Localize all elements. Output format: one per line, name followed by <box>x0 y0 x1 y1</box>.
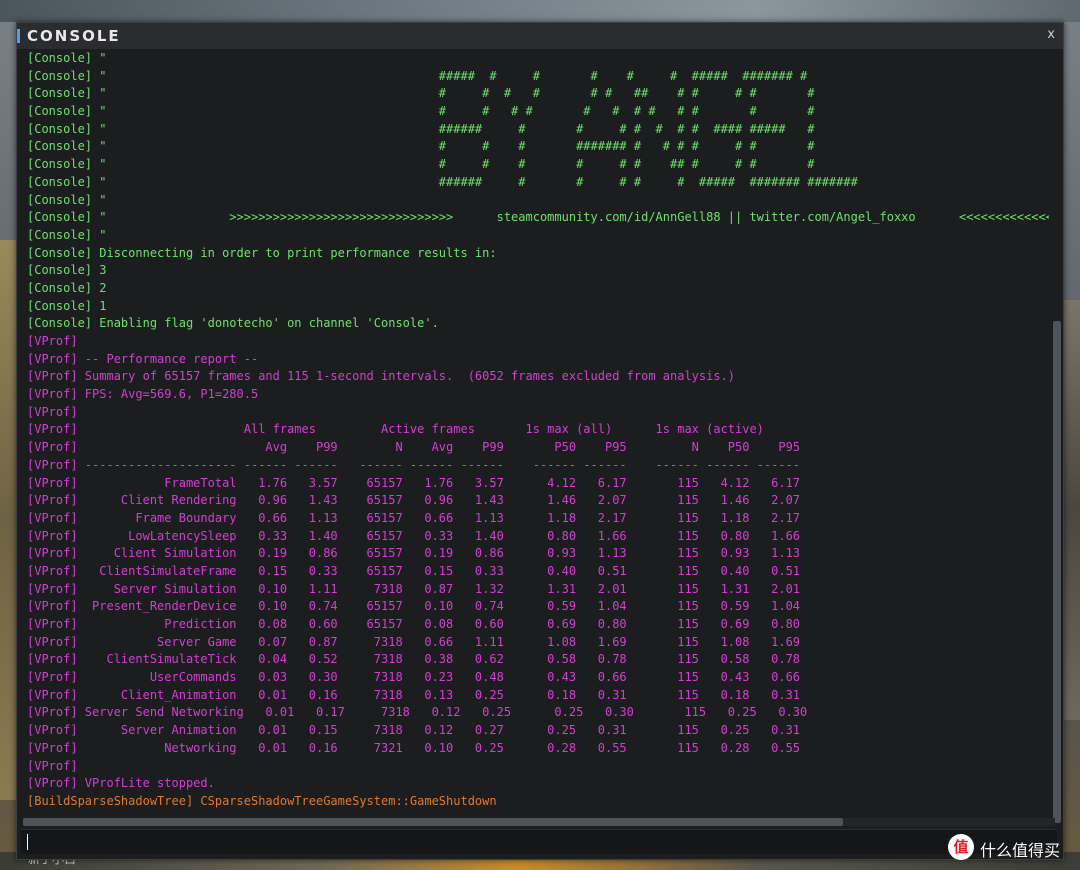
log-line-console: [Console] " <box>27 227 107 242</box>
log-line-console: [Console] Enabling flag 'donotecho' on c… <box>27 316 439 331</box>
title-accent-bar <box>17 29 20 43</box>
game-background-right <box>1062 300 1080 720</box>
log-line-console: [Console] " # # # # # # ## # # # # <box>27 157 815 172</box>
game-background-top <box>0 0 1080 22</box>
log-line-console: [Console] " # # # ####### # # # # # # # <box>27 139 815 154</box>
log-line-vprof: [VProf] ClientSimulateTick 0.04 0.52 731… <box>27 652 801 667</box>
log-line-console: [Console] " # # # # # # ## # # # # # <box>27 86 815 101</box>
console-input-area[interactable] <box>21 829 1057 854</box>
watermark-text: 什么值得买 <box>980 841 1061 860</box>
log-line-vprof: [VProf] Avg P99 N Avg P99 P50 P95 N P50 … <box>27 440 801 455</box>
log-line-vprof: [VProf] Server Send Networking 0.01 0.17… <box>27 705 808 720</box>
log-line-vprof: [VProf] Client_Animation 0.01 0.16 7318 … <box>27 687 801 702</box>
console-titlebar[interactable]: CONSOLE x <box>17 23 1063 49</box>
horizontal-scrollbar[interactable] <box>23 818 843 826</box>
log-line-vprof: [VProf] --------------------- ------ ---… <box>27 457 801 472</box>
log-line-vprof: [VProf] -- Performance report -- <box>27 351 259 366</box>
log-line-vprof: [VProf] <box>27 404 78 419</box>
log-line-vprof: [VProf] Frame Boundary 0.66 1.13 65157 0… <box>27 510 801 525</box>
log-line-console: [Console] 2 <box>27 280 107 295</box>
log-line-console: [Console] " ###### # # # # # ##### #####… <box>27 174 858 189</box>
log-line-vprof: [VProf] <box>27 334 78 348</box>
log-line-vprof: [VProf] FPS: Avg=569.6, P1=280.5 <box>27 387 259 402</box>
log-line-vprof: [VProf] LowLatencySleep 0.33 1.40 65157 … <box>27 528 801 543</box>
log-line-console: [Console] " >>>>>>>>>>>>>>>>>>>>>>>>>>>>… <box>27 210 1049 225</box>
log-line-vprof: [VProf] Server Animation 0.01 0.15 7318 … <box>27 723 801 738</box>
log-line-vprof: [VProf] Client Rendering 0.96 1.43 65157… <box>27 493 801 508</box>
log-line-vprof: [VProf] Present_RenderDevice 0.10 0.74 6… <box>27 599 801 614</box>
console-output[interactable]: [Console] " [Console] " ##### # # # # # #… <box>27 50 1049 818</box>
log-line-console: [Console] Disconnecting in order to prin… <box>27 245 497 260</box>
log-line-console: [Console] " ##### # # # # # ##### ######… <box>27 68 808 83</box>
console-title: CONSOLE <box>27 27 121 45</box>
log-line-vprof: [VProf] Client Simulation 0.19 0.86 6515… <box>27 546 801 561</box>
log-line-vprof: [VProf] All frames Active frames 1s max … <box>27 422 764 437</box>
log-line-console: [Console] " ###### # # # # # # # #### ##… <box>27 121 815 136</box>
log-line-console: [Console] " # # # # # # # # # # # # <box>27 104 815 119</box>
watermark-logo-icon <box>948 834 974 860</box>
vertical-scrollbar[interactable] <box>1053 321 1061 823</box>
log-line-console: [Console] " <box>27 51 107 65</box>
log-line-vprof: [VProf] Networking 0.01 0.16 7321 0.10 0… <box>27 740 801 755</box>
log-line-console: [Console] 3 <box>27 263 107 278</box>
log-line-vprof: [VProf] VProfLite stopped. <box>27 776 215 791</box>
console-window[interactable]: CONSOLE x [Console] " [Console] " ##### #… <box>16 22 1064 860</box>
close-button[interactable]: x <box>1047 27 1055 42</box>
log-line-vprof: [VProf] Prediction 0.08 0.60 65157 0.08 … <box>27 617 801 631</box>
console-input[interactable] <box>27 833 1027 851</box>
log-line-vprof: [VProf] Server Simulation 0.10 1.11 7318… <box>27 581 801 596</box>
text-caret <box>27 834 28 850</box>
log-line-console: [Console] 1 <box>27 298 107 313</box>
log-line-vprof: [VProf] Server Game 0.07 0.87 7318 0.66 … <box>27 634 801 649</box>
log-line-build: [BuildSparseShadowTree] CSparseShadowTre… <box>27 793 497 808</box>
log-line-console: [Console] " <box>27 192 107 207</box>
log-line-vprof: [VProf] Summary of 65157 frames and 115 … <box>27 369 736 384</box>
log-line-vprof: [VProf] FrameTotal 1.76 3.57 65157 1.76 … <box>27 475 801 490</box>
log-line-vprof: [VProf] <box>27 758 78 773</box>
log-line-vprof: [VProf] ClientSimulateFrame 0.15 0.33 65… <box>27 563 801 578</box>
log-line-vprof: [VProf] UserCommands 0.03 0.30 7318 0.23… <box>27 670 801 685</box>
